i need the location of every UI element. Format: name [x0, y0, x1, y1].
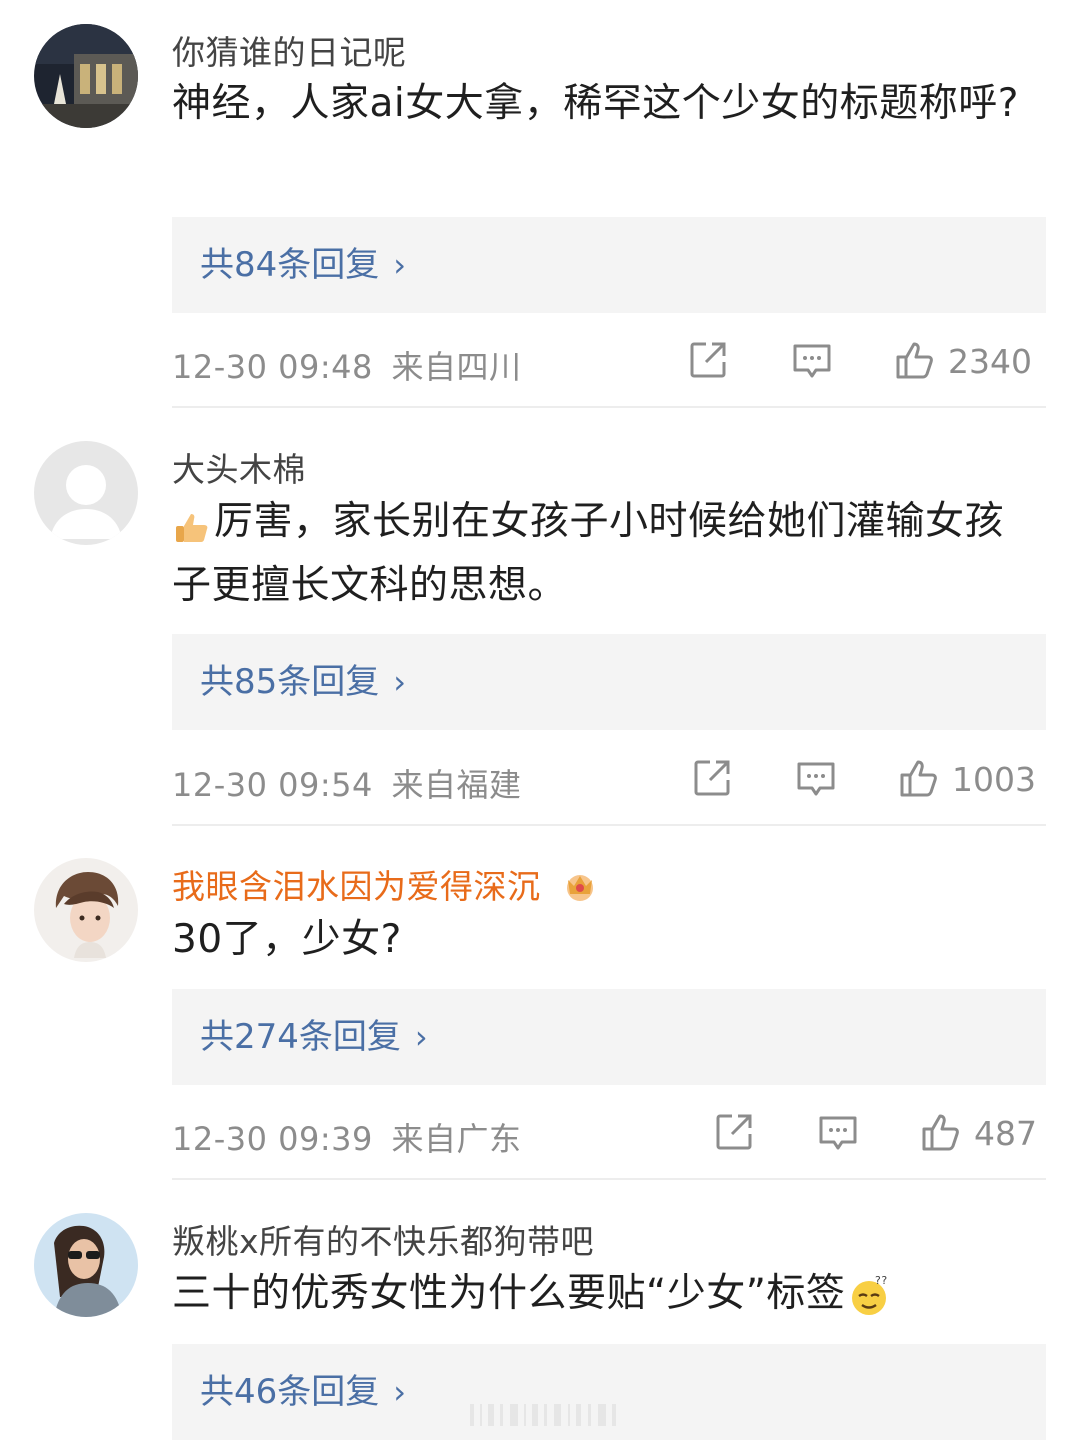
- avatar[interactable]: [34, 1213, 138, 1317]
- username[interactable]: 你猜谁的日记呢: [172, 26, 407, 74]
- comment-meta: 12-30 09:48 来自四川: [172, 342, 522, 388]
- chevron-right-icon: ›: [393, 246, 407, 284]
- view-replies-link[interactable]: 共84条回复 ›: [200, 217, 406, 313]
- watermark-barcode: [470, 1404, 616, 1426]
- comment-button[interactable]: [816, 1110, 860, 1158]
- divider: [172, 824, 1046, 826]
- location: 来自四川: [391, 348, 522, 386]
- location: 来自广东: [391, 1120, 522, 1158]
- reply-summary[interactable]: 共85条回复 ›: [172, 634, 1046, 730]
- chevron-right-icon: ›: [414, 1018, 428, 1056]
- view-replies-link[interactable]: 共85条回复 ›: [200, 634, 406, 730]
- thumbs-up-icon: [922, 1114, 959, 1151]
- comment-text-content: 三十的优秀女性为什么要贴“少女”标签: [172, 1271, 846, 1316]
- view-replies-link[interactable]: 共46条回复 ›: [200, 1344, 406, 1440]
- like-count: 1003: [952, 760, 1036, 799]
- share-icon: [716, 1114, 752, 1150]
- reply-count-label: 共85条回复: [200, 662, 380, 702]
- like-button[interactable]: [918, 1110, 962, 1158]
- location: 来自福建: [391, 766, 522, 804]
- like-button[interactable]: [896, 756, 940, 804]
- divider: [172, 406, 1046, 408]
- username[interactable]: 大头木棉: [172, 443, 306, 491]
- username-text: 我眼含泪水因为爱得深沉: [172, 867, 541, 906]
- share-button[interactable]: [690, 756, 734, 804]
- chevron-right-icon: ›: [393, 663, 407, 701]
- default-user-avatar: [34, 441, 138, 545]
- comment-text: 30了，少女?: [172, 917, 402, 962]
- night-building-photo-avatar: [34, 24, 138, 128]
- avatar[interactable]: [34, 441, 138, 545]
- action-bar: 1003: [690, 756, 1046, 804]
- like-button[interactable]: [892, 338, 936, 386]
- avatar[interactable]: [34, 858, 138, 962]
- reply-count-label: 共274条回复: [200, 1017, 401, 1057]
- timestamp: 12-30 09:54: [172, 766, 373, 804]
- comment-meta: 12-30 09:54 来自福建: [172, 760, 522, 806]
- reply-count-label: 共46条回复: [200, 1372, 380, 1412]
- comment-icon: [819, 1116, 857, 1150]
- avatar[interactable]: [34, 24, 138, 128]
- comment-icon: [797, 762, 835, 796]
- anime-boy-avatar: [34, 858, 138, 962]
- view-replies-link[interactable]: 共274条回复 ›: [200, 989, 428, 1085]
- reply-summary[interactable]: 共274条回复 ›: [172, 989, 1046, 1085]
- woman-sunglasses-avatar: [34, 1213, 138, 1317]
- thinking-face-emoji: ??: [847, 1274, 891, 1318]
- thumbs-up-icon: [900, 760, 937, 797]
- svg-text:??: ??: [875, 1274, 888, 1287]
- action-bar: 2340: [686, 338, 1046, 386]
- comment-meta: 12-30 09:39 来自广东: [172, 1114, 522, 1160]
- share-button[interactable]: [712, 1110, 756, 1158]
- username[interactable]: 我眼含泪水因为爱得深沉: [172, 860, 600, 908]
- share-icon: [694, 760, 730, 796]
- crown-badge-icon: [560, 864, 600, 904]
- share-button[interactable]: [686, 338, 730, 386]
- comment-text: 厉害，家长别在女孩子小时候给她们灌输女孩子更擅长文科的思想。: [172, 490, 1032, 618]
- username[interactable]: 叛桃x所有的不快乐都狗带吧: [172, 1215, 594, 1263]
- comment-text: 神经，人家ai女大拿，稀罕这个少女的标题称呼?: [172, 81, 1019, 126]
- comment-button[interactable]: [790, 338, 834, 386]
- timestamp: 12-30 09:39: [172, 1120, 373, 1158]
- like-count: 2340: [948, 342, 1032, 381]
- thumbs-up-emoji: [172, 504, 212, 544]
- chevron-right-icon: ›: [393, 1373, 407, 1411]
- reply-summary[interactable]: 共84条回复 ›: [172, 217, 1046, 313]
- comment-icon: [793, 344, 831, 378]
- like-count: 487: [974, 1114, 1037, 1153]
- thumbs-up-icon: [896, 342, 933, 379]
- comment-text-content: 厉害，家长别在女孩子小时候给她们灌输女孩子更擅长文科的思想。: [172, 499, 1005, 608]
- comment-button[interactable]: [794, 756, 838, 804]
- comment-text: 三十的优秀女性为什么要贴“少女”标签 ??: [172, 1262, 1032, 1326]
- share-icon: [690, 342, 726, 378]
- action-bar: 487: [712, 1110, 1046, 1158]
- divider: [172, 1178, 1046, 1180]
- reply-count-label: 共84条回复: [200, 245, 380, 285]
- timestamp: 12-30 09:48: [172, 348, 373, 386]
